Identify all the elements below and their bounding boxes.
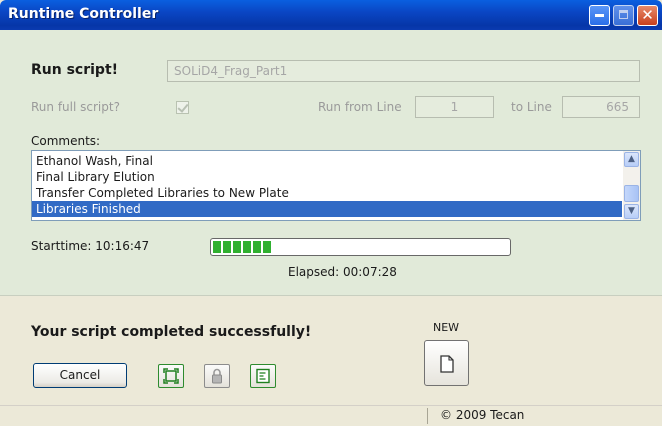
run-full-script-checkbox[interactable] (176, 101, 189, 114)
runtime-controller-window: Runtime Controller ✕ Run script! SOLiD4_… (0, 0, 662, 426)
log-button[interactable] (250, 364, 276, 388)
run-full-script-label: Run full script? (31, 100, 120, 114)
progress-bar (210, 238, 511, 256)
lock-button[interactable] (204, 364, 230, 388)
window-title: Runtime Controller (8, 6, 159, 22)
script-name-field: SOLiD4_Frag_Part1 (167, 60, 640, 82)
padlock-icon (212, 368, 222, 384)
cancel-button[interactable]: Cancel (33, 363, 127, 388)
to-line-field[interactable]: 665 (562, 96, 640, 118)
run-from-line-label: Run from Line (318, 100, 402, 114)
status-panel (0, 295, 662, 406)
progress-fill (213, 241, 272, 253)
comments-scrollbar[interactable]: ▲ ▼ (623, 151, 640, 220)
title-bar[interactable]: Runtime Controller ✕ (0, 0, 662, 30)
run-script-label: Run script! (31, 62, 119, 78)
fit-screen-button[interactable] (158, 364, 184, 388)
to-line-label: to Line (511, 100, 552, 114)
new-label: NEW (433, 321, 460, 334)
elapsed-label: Elapsed: 00:07:28 (288, 265, 397, 279)
scroll-up-icon[interactable]: ▲ (624, 152, 639, 167)
new-button[interactable] (424, 340, 469, 386)
new-document-icon (440, 355, 454, 373)
copyright-text: © 2009 Tecan (440, 408, 525, 422)
maximize-icon[interactable] (613, 5, 634, 26)
list-item[interactable]: Ethanol Wash, Final (32, 153, 622, 169)
scroll-down-icon[interactable]: ▼ (624, 204, 639, 219)
starttime-label: Starttime: 10:16:47 (31, 239, 150, 253)
fit-screen-icon (163, 368, 179, 384)
minimize-icon[interactable] (589, 5, 610, 26)
status-divider (427, 408, 428, 424)
from-line-field[interactable]: 1 (415, 96, 494, 118)
list-item[interactable]: Transfer Completed Libraries to New Plat… (32, 185, 622, 201)
scroll-thumb[interactable] (624, 185, 639, 202)
close-icon[interactable]: ✕ (637, 5, 658, 26)
comments-list[interactable]: Ethanol Wash, Final Final Library Elutio… (31, 150, 641, 221)
completion-message: Your script completed successfully! (31, 324, 312, 340)
list-item-selected[interactable]: Libraries Finished (32, 201, 622, 217)
comments-label: Comments: (31, 134, 101, 148)
list-item[interactable]: Final Library Elution (32, 169, 622, 185)
status-bar: © 2009 Tecan (0, 405, 662, 426)
log-text-icon (256, 368, 270, 384)
